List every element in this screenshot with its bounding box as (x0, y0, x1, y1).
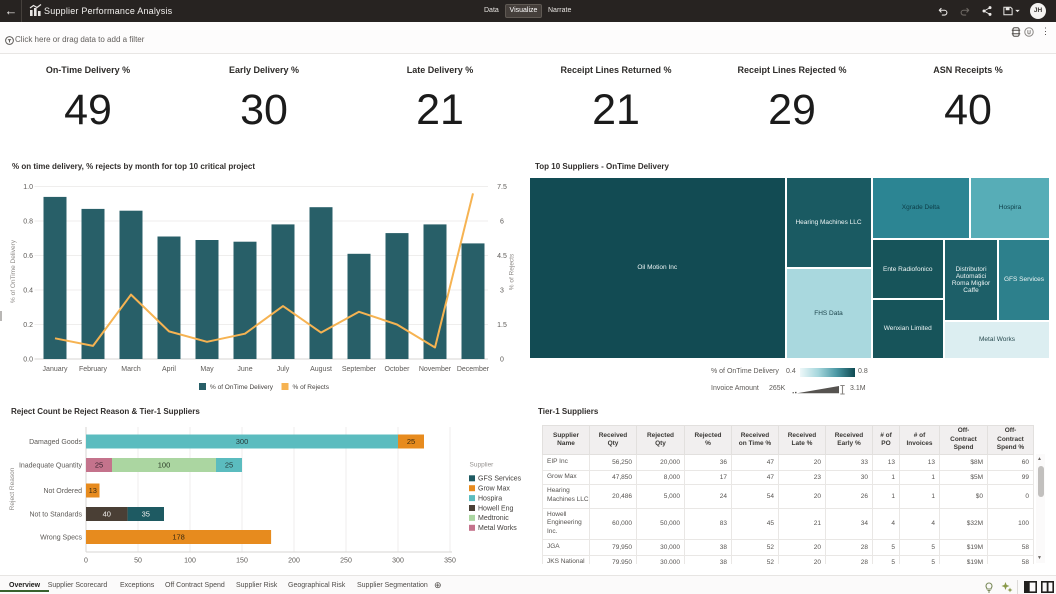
svg-text:6: 6 (500, 219, 504, 226)
svg-text:April: April (162, 366, 176, 373)
svg-text:25: 25 (225, 461, 233, 470)
svg-text:1.5: 1.5 (497, 322, 507, 329)
svg-text:300: 300 (236, 437, 249, 446)
svg-text:Howell Eng: Howell Eng (478, 505, 514, 512)
svg-text:35: 35 (142, 510, 150, 519)
svg-text:November: November (419, 366, 452, 373)
svg-text:% of OnTime Delivery: % of OnTime Delivery (10, 239, 17, 303)
svg-text:Supplier: Supplier (470, 462, 495, 469)
svg-text:% of Rejects: % of Rejects (293, 384, 330, 391)
svg-text:1.0: 1.0 (23, 184, 33, 191)
svg-text:200: 200 (288, 558, 300, 565)
svg-text:0.8: 0.8 (23, 219, 33, 226)
svg-text:0: 0 (84, 558, 88, 565)
svg-text:3: 3 (500, 288, 504, 295)
svg-text:February: February (79, 366, 108, 373)
svg-text:25: 25 (95, 461, 103, 470)
svg-text:150: 150 (236, 558, 248, 565)
svg-text:Not to Standards: Not to Standards (29, 512, 82, 519)
svg-text:Not Ordered: Not Ordered (43, 488, 82, 495)
svg-text:0.2: 0.2 (23, 322, 33, 329)
svg-text:December: December (457, 366, 490, 373)
svg-text:October: October (385, 366, 411, 373)
svg-text:May: May (200, 366, 214, 373)
svg-text:July: July (277, 366, 290, 373)
svg-text:Wrong Specs: Wrong Specs (40, 535, 82, 542)
svg-text:September: September (342, 366, 377, 373)
svg-text:25: 25 (407, 437, 415, 446)
svg-text:Damaged Goods: Damaged Goods (29, 439, 82, 446)
svg-text:Grow Max: Grow Max (478, 486, 510, 493)
svg-text:7.5: 7.5 (497, 184, 507, 191)
svg-text:January: January (43, 366, 68, 373)
svg-text:40: 40 (103, 510, 111, 519)
svg-text:178: 178 (172, 533, 185, 542)
svg-text:% of OnTime Delivery: % of OnTime Delivery (210, 384, 274, 391)
svg-text:% of Rejects: % of Rejects (509, 253, 516, 290)
svg-text:50: 50 (134, 558, 142, 565)
svg-text:Inadequate Quantity: Inadequate Quantity (19, 463, 83, 470)
svg-text:Reject Reason: Reject Reason (9, 467, 16, 510)
svg-text:4.5: 4.5 (497, 253, 507, 260)
svg-text:GFS Services: GFS Services (478, 476, 522, 483)
svg-text:250: 250 (340, 558, 352, 565)
svg-text:Medtronic: Medtronic (478, 515, 509, 522)
svg-text:August: August (310, 366, 332, 373)
svg-text:13: 13 (89, 486, 97, 495)
svg-text:Hospira: Hospira (478, 495, 502, 502)
svg-text:0: 0 (500, 357, 504, 364)
svg-text:March: March (121, 366, 141, 373)
svg-text:350: 350 (444, 558, 456, 565)
svg-text:0.6: 0.6 (23, 253, 33, 260)
svg-text:Metal Works: Metal Works (478, 525, 517, 532)
svg-text:100: 100 (158, 461, 171, 470)
svg-text:0.4: 0.4 (23, 288, 33, 295)
svg-text:0.0: 0.0 (23, 357, 33, 364)
svg-text:300: 300 (392, 558, 404, 565)
svg-text:June: June (237, 366, 252, 373)
svg-text:100: 100 (184, 558, 196, 565)
